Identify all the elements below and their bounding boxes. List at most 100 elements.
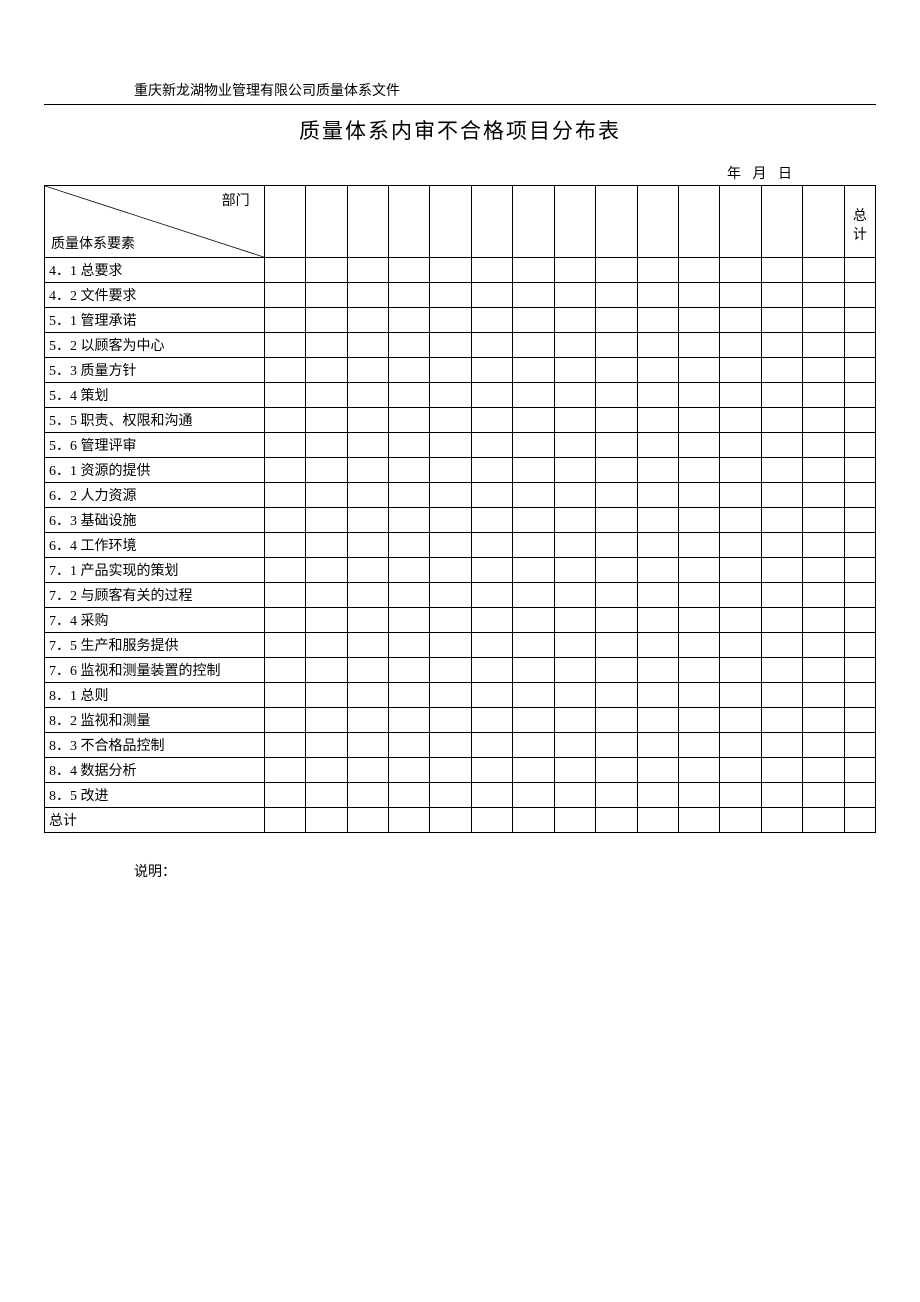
- data-cell: [471, 608, 512, 633]
- data-cell: [471, 808, 512, 833]
- data-cell: [471, 333, 512, 358]
- table-header-row: 部门质量体系要素总 计: [45, 186, 876, 258]
- data-cell: [388, 258, 429, 283]
- data-cell: [803, 633, 844, 658]
- row-label: 7．4 采购: [45, 608, 265, 633]
- data-cell: [347, 808, 388, 833]
- data-cell: [471, 458, 512, 483]
- month-label: 月: [753, 167, 771, 182]
- data-cell: [554, 783, 595, 808]
- data-cell: [388, 758, 429, 783]
- data-cell: [554, 458, 595, 483]
- data-cell: [720, 283, 761, 308]
- data-cell: [347, 408, 388, 433]
- data-cell: [388, 358, 429, 383]
- data-cell: [388, 508, 429, 533]
- data-cell: [761, 508, 802, 533]
- data-cell: [596, 433, 637, 458]
- data-cell: [430, 533, 471, 558]
- row-label: 7．2 与顾客有关的过程: [45, 583, 265, 608]
- data-cell: [513, 733, 554, 758]
- data-cell: [306, 483, 347, 508]
- table-row: 5．6 管理评审: [45, 433, 876, 458]
- data-cell: [803, 433, 844, 458]
- data-cell: [637, 608, 678, 633]
- data-cell: [471, 733, 512, 758]
- data-cell: [554, 583, 595, 608]
- data-cell: [430, 408, 471, 433]
- data-cell: [720, 308, 761, 333]
- table-row: 5．4 策划: [45, 383, 876, 408]
- document-page: 重庆新龙湖物业管理有限公司质量体系文件 质量体系内审不合格项目分布表 年 月 日…: [0, 0, 920, 1302]
- table-row: 4．1 总要求: [45, 258, 876, 283]
- table-row: 7．6 监视和测量装置的控制: [45, 658, 876, 683]
- row-total-cell: [844, 333, 875, 358]
- row-label: 7．1 产品实现的策划: [45, 558, 265, 583]
- dept-header-cell: [679, 186, 720, 258]
- data-cell: [306, 533, 347, 558]
- data-cell: [347, 733, 388, 758]
- data-cell: [803, 683, 844, 708]
- data-cell: [388, 283, 429, 308]
- data-cell: [761, 733, 802, 758]
- data-cell: [596, 708, 637, 733]
- data-cell: [637, 333, 678, 358]
- data-cell: [554, 308, 595, 333]
- data-cell: [720, 733, 761, 758]
- data-cell: [803, 408, 844, 433]
- data-cell: [803, 658, 844, 683]
- data-cell: [679, 533, 720, 558]
- data-cell: [803, 283, 844, 308]
- data-cell: [554, 383, 595, 408]
- data-cell: [803, 708, 844, 733]
- data-cell: [554, 708, 595, 733]
- data-cell: [513, 308, 554, 333]
- dept-header-cell: [761, 186, 802, 258]
- data-cell: [803, 483, 844, 508]
- data-cell: [596, 783, 637, 808]
- row-total-cell: [844, 708, 875, 733]
- data-cell: [761, 808, 802, 833]
- data-cell: [388, 658, 429, 683]
- data-cell: [306, 608, 347, 633]
- data-cell: [430, 583, 471, 608]
- data-cell: [554, 683, 595, 708]
- company-header: 重庆新龙湖物业管理有限公司质量体系文件: [44, 80, 876, 105]
- data-cell: [306, 308, 347, 333]
- table-row: 8．2 监视和测量: [45, 708, 876, 733]
- data-cell: [306, 758, 347, 783]
- data-cell: [761, 683, 802, 708]
- data-cell: [471, 308, 512, 333]
- data-cell: [264, 333, 305, 358]
- data-cell: [306, 458, 347, 483]
- row-label: 总计: [45, 808, 265, 833]
- data-cell: [637, 658, 678, 683]
- data-cell: [471, 383, 512, 408]
- data-cell: [430, 508, 471, 533]
- row-total-cell: [844, 433, 875, 458]
- data-cell: [596, 758, 637, 783]
- data-cell: [513, 708, 554, 733]
- data-cell: [306, 358, 347, 383]
- data-cell: [637, 283, 678, 308]
- data-cell: [761, 758, 802, 783]
- row-label: 6．3 基础设施: [45, 508, 265, 533]
- data-cell: [554, 508, 595, 533]
- data-cell: [471, 408, 512, 433]
- data-cell: [679, 708, 720, 733]
- row-total-cell: [844, 383, 875, 408]
- row-total-cell: [844, 533, 875, 558]
- data-cell: [388, 708, 429, 733]
- data-cell: [637, 758, 678, 783]
- table-row: 8．5 改进: [45, 783, 876, 808]
- data-cell: [347, 383, 388, 408]
- data-cell: [554, 633, 595, 658]
- data-cell: [388, 583, 429, 608]
- data-cell: [306, 583, 347, 608]
- data-cell: [554, 333, 595, 358]
- data-cell: [803, 733, 844, 758]
- data-cell: [430, 558, 471, 583]
- data-cell: [306, 433, 347, 458]
- data-cell: [761, 333, 802, 358]
- data-cell: [596, 808, 637, 833]
